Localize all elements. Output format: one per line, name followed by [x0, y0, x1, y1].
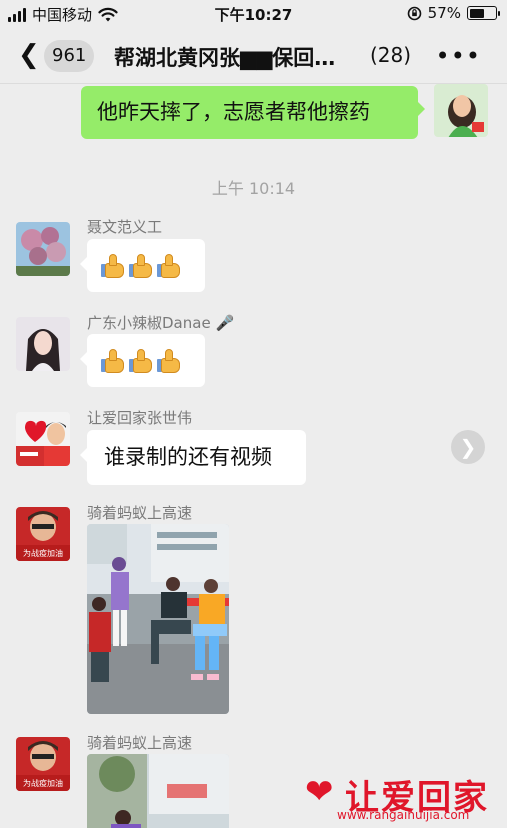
- image-message[interactable]: [87, 754, 229, 828]
- image-message[interactable]: [87, 524, 229, 714]
- battery-percent: 57%: [427, 4, 461, 22]
- avatar-image: [16, 412, 70, 466]
- message-text: 谁录制的还有视频: [104, 445, 272, 469]
- outgoing-message-bubble[interactable]: 他昨天摔了，志愿者帮他擦药: [81, 86, 425, 139]
- avatar-caption: 为战疫加油: [23, 548, 63, 558]
- incoming-message-bubble[interactable]: [80, 239, 205, 292]
- message-timestamp: 上午 10:14: [211, 179, 296, 198]
- avatar-image: 为战疫加油: [16, 507, 70, 561]
- watermark-url: www.rangaihuijia.com: [337, 808, 470, 822]
- sender-name: 聂文范义工: [87, 218, 163, 236]
- back-chevron-icon[interactable]: ❮: [18, 40, 40, 70]
- sender-name: 广东小辣椒Danae 🎤: [87, 314, 235, 332]
- sender-avatar[interactable]: [16, 222, 70, 276]
- avatar-image: 为战疫加油: [16, 737, 70, 791]
- incoming-message-bubble[interactable]: 谁录制的还有视频: [80, 430, 306, 485]
- member-count: (28): [370, 43, 412, 67]
- thumbs-up-icon: [101, 253, 125, 279]
- chat-header: ❮ 961 帮湖北黄冈张▆▆保回… (28) •••: [0, 28, 507, 84]
- site-watermark: ❤ 让爱回家 www.rangaihuijia.com: [301, 770, 501, 824]
- sender-avatar[interactable]: [16, 317, 70, 371]
- avatar-caption: 为战疫加油: [23, 778, 63, 788]
- sender-name: 骑着蚂蚁上高速: [87, 734, 193, 752]
- avatar-image: [16, 317, 70, 371]
- thumbs-up-icon: [157, 348, 181, 374]
- street-photo-image: [87, 524, 229, 714]
- forward-chevron-icon[interactable]: ❯: [451, 430, 485, 464]
- heart-logo-icon: ❤: [305, 772, 334, 812]
- sender-name: 让爱回家张世伟: [87, 409, 193, 427]
- street-photo-image: [87, 754, 229, 828]
- thumbs-up-icon: [101, 348, 125, 374]
- avatar-image: [16, 222, 70, 276]
- status-bar: 中国移动 下午10:27 57%: [0, 0, 507, 28]
- rotation-lock-icon: [407, 6, 421, 20]
- chat-title: 帮湖北黄冈张▆▆保回…: [114, 46, 336, 70]
- sender-avatar[interactable]: 为战疫加油: [16, 507, 70, 561]
- sender-avatar[interactable]: 为战疫加油: [16, 737, 70, 791]
- message-text: 他昨天摔了，志愿者帮他擦药: [97, 100, 370, 124]
- my-avatar[interactable]: [434, 84, 488, 137]
- battery-icon: [467, 6, 500, 20]
- sender-name: 骑着蚂蚁上高速: [87, 504, 193, 522]
- unread-badge[interactable]: 961: [44, 40, 95, 72]
- more-options-icon[interactable]: •••: [436, 42, 481, 70]
- thumbs-up-icon: [157, 253, 181, 279]
- message-list[interactable]: 他昨天摔了，志愿者帮他擦药 上午 10:14 聂文范义工 广东小辣椒Danae …: [0, 84, 507, 828]
- battery-level: [469, 8, 484, 18]
- avatar-image: [434, 84, 488, 137]
- sender-avatar[interactable]: [16, 412, 70, 466]
- status-right: 57%: [407, 4, 500, 22]
- incoming-message-bubble[interactable]: [80, 334, 205, 387]
- thumbs-up-icon: [129, 348, 153, 374]
- thumbs-up-icon: [129, 253, 153, 279]
